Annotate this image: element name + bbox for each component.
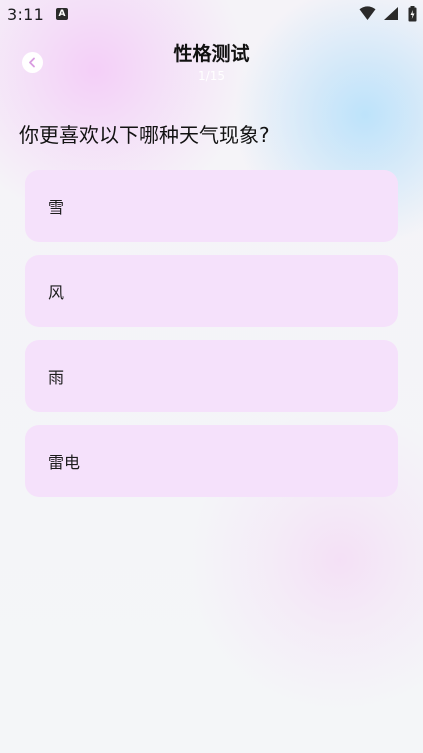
option-list: 雪 风 雨 雷电 xyxy=(25,170,398,510)
option-label: 雪 xyxy=(48,198,65,217)
page-header: 性格测试 1/15 xyxy=(0,36,423,86)
status-bar: 3:11 A xyxy=(0,0,423,30)
option-snow[interactable]: 雪 xyxy=(25,170,398,242)
status-time: 3:11 xyxy=(7,5,45,24)
question-progress: 1/15 xyxy=(198,69,225,83)
battery-icon xyxy=(408,6,417,22)
system-icons xyxy=(359,6,417,22)
signal-icon xyxy=(383,7,398,20)
option-label: 风 xyxy=(48,283,65,302)
page-title: 性格测试 xyxy=(173,43,250,65)
option-label: 雨 xyxy=(48,368,65,387)
option-rain[interactable]: 雨 xyxy=(25,340,398,412)
option-thunder[interactable]: 雷电 xyxy=(25,425,398,497)
question-text: 你更喜欢以下哪种天气现象? xyxy=(19,123,270,147)
notification-badge: A xyxy=(56,8,68,20)
wifi-icon xyxy=(359,6,376,20)
option-label: 雷电 xyxy=(48,453,81,472)
option-wind[interactable]: 风 xyxy=(25,255,398,327)
